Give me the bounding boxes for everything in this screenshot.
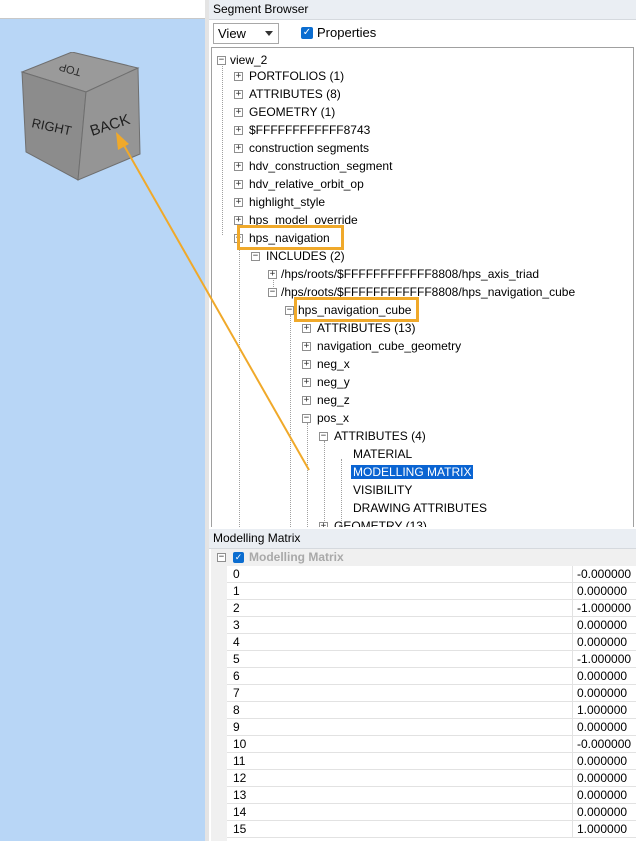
matrix-row-key: 8 bbox=[233, 703, 240, 717]
expand-icon[interactable]: + bbox=[234, 90, 243, 99]
properties-label: Properties bbox=[317, 25, 377, 40]
expand-icon[interactable]: + bbox=[302, 342, 311, 351]
viewport-top-bar bbox=[0, 0, 205, 19]
matrix-row[interactable]: 0 -0.000000 bbox=[227, 566, 636, 583]
matrix-row-value[interactable]: 0.000000 bbox=[572, 719, 636, 735]
collapse-icon[interactable]: − bbox=[285, 306, 294, 315]
matrix-row[interactable]: 9 0.000000 bbox=[227, 719, 636, 736]
matrix-row-value[interactable]: 0.000000 bbox=[572, 685, 636, 701]
matrix-row[interactable]: 14 0.000000 bbox=[227, 804, 636, 821]
expand-icon[interactable]: + bbox=[234, 180, 243, 189]
matrix-row-value[interactable]: -0.000000 bbox=[572, 566, 636, 582]
navigation-cube[interactable]: TOP RIGHT BACK bbox=[18, 52, 158, 182]
matrix-row-value[interactable]: 1.000000 bbox=[572, 702, 636, 718]
matrix-row-value[interactable]: 0.000000 bbox=[572, 787, 636, 803]
matrix-row-value[interactable]: -0.000000 bbox=[572, 736, 636, 752]
matrix-row-key: 3 bbox=[233, 618, 240, 632]
matrix-row[interactable]: 5 -1.000000 bbox=[227, 651, 636, 668]
tree-node-material[interactable]: MATERIAL bbox=[353, 445, 412, 463]
matrix-row-key: 5 bbox=[233, 652, 240, 666]
segment-browser-toolbar: View ✓ Properties bbox=[209, 21, 636, 47]
property-grid-gutter bbox=[211, 566, 227, 841]
matrix-row-key: 2 bbox=[233, 601, 240, 615]
matrix-row-value[interactable]: 0.000000 bbox=[572, 770, 636, 786]
matrix-row[interactable]: 6 0.000000 bbox=[227, 668, 636, 685]
modelling-matrix-panel: Modelling Matrix − ✓ Modelling Matrix 0 -… bbox=[209, 527, 636, 841]
property-grid[interactable]: − ✓ Modelling Matrix 0 -0.000000 1 0.000000… bbox=[211, 549, 636, 841]
matrix-row[interactable]: 2 -1.000000 bbox=[227, 600, 636, 617]
matrix-row-value[interactable]: 0.000000 bbox=[572, 804, 636, 820]
matrix-row-value[interactable]: 0.000000 bbox=[572, 583, 636, 599]
matrix-row-key: 15 bbox=[233, 822, 247, 836]
matrix-row-key: 1 bbox=[233, 584, 240, 598]
segment-browser-panel: Segment Browser View ✓ Properties − view… bbox=[209, 0, 636, 527]
highlight-hps-navigation-cube bbox=[294, 297, 419, 322]
matrix-row-key: 10 bbox=[233, 737, 247, 751]
chevron-down-icon bbox=[265, 31, 273, 36]
expand-icon[interactable]: + bbox=[234, 108, 243, 117]
matrix-row[interactable]: 3 0.000000 bbox=[227, 617, 636, 634]
collapse-icon[interactable]: − bbox=[268, 288, 277, 297]
matrix-row[interactable]: 8 1.000000 bbox=[227, 702, 636, 719]
matrix-row-key: 11 bbox=[233, 754, 246, 768]
matrix-row[interactable]: 10 -0.000000 bbox=[227, 736, 636, 753]
tree-node-drawing-attributes[interactable]: DRAWING ATTRIBUTES bbox=[353, 499, 487, 517]
matrix-row[interactable]: 15 1.000000 bbox=[227, 821, 636, 838]
matrix-row[interactable]: 7 0.000000 bbox=[227, 685, 636, 702]
expand-icon[interactable]: + bbox=[234, 198, 243, 207]
modelling-matrix-title: Modelling Matrix bbox=[209, 529, 636, 549]
tree-node-modelling-matrix[interactable]: MODELLING MATRIX bbox=[351, 463, 474, 481]
expand-icon[interactable]: + bbox=[302, 360, 311, 369]
matrix-row-value[interactable]: -1.000000 bbox=[572, 600, 636, 616]
expand-icon[interactable]: + bbox=[234, 216, 243, 225]
collapse-icon[interactable]: − bbox=[251, 252, 260, 261]
matrix-row-value[interactable]: 0.000000 bbox=[572, 617, 636, 633]
matrix-row[interactable]: 13 0.000000 bbox=[227, 787, 636, 804]
matrix-row-key: 7 bbox=[233, 686, 240, 700]
matrix-row[interactable]: 11 0.000000 bbox=[227, 753, 636, 770]
expand-icon[interactable]: + bbox=[302, 324, 311, 333]
property-grid-header: − ✓ Modelling Matrix bbox=[211, 549, 636, 566]
matrix-row[interactable]: 12 0.000000 bbox=[227, 770, 636, 787]
matrix-row-value[interactable]: 0.000000 bbox=[572, 753, 636, 769]
expand-icon[interactable]: + bbox=[234, 126, 243, 135]
collapse-icon[interactable]: − bbox=[319, 432, 328, 441]
expand-icon[interactable]: + bbox=[302, 378, 311, 387]
matrix-row-key: 13 bbox=[233, 788, 247, 802]
expand-icon[interactable]: + bbox=[234, 72, 243, 81]
matrix-row[interactable]: 4 0.000000 bbox=[227, 634, 636, 651]
modelling-matrix-checkbox[interactable]: ✓ bbox=[233, 552, 244, 563]
segment-tree[interactable]: − view_2 + PORTFOLIOS (1) + ATTRIBUTES (… bbox=[211, 47, 634, 527]
expand-icon[interactable]: + bbox=[234, 162, 243, 171]
collapse-icon[interactable]: − bbox=[217, 56, 226, 65]
matrix-row-key: 6 bbox=[233, 669, 240, 683]
matrix-row-value[interactable]: 0.000000 bbox=[572, 668, 636, 684]
collapse-icon[interactable]: − bbox=[302, 414, 311, 423]
matrix-row[interactable]: 1 0.000000 bbox=[227, 583, 636, 600]
segment-browser-title: Segment Browser bbox=[209, 0, 636, 20]
view-dropdown[interactable]: View bbox=[213, 23, 279, 44]
tree-node-visibility[interactable]: VISIBILITY bbox=[353, 481, 412, 499]
matrix-row-key: 0 bbox=[233, 567, 240, 581]
expand-icon[interactable]: + bbox=[268, 270, 277, 279]
view-dropdown-value: View bbox=[218, 26, 246, 41]
properties-checkbox[interactable]: ✓ bbox=[301, 27, 313, 39]
matrix-row-key: 14 bbox=[233, 805, 247, 819]
matrix-row-key: 9 bbox=[233, 720, 240, 734]
matrix-row-key: 4 bbox=[233, 635, 240, 649]
expand-icon[interactable]: + bbox=[234, 144, 243, 153]
matrix-row-value[interactable]: -1.000000 bbox=[572, 651, 636, 667]
matrix-row-value[interactable]: 1.000000 bbox=[572, 821, 636, 837]
matrix-row-value[interactable]: 0.000000 bbox=[572, 634, 636, 650]
expand-icon[interactable]: + bbox=[302, 396, 311, 405]
collapse-icon[interactable]: − bbox=[217, 553, 226, 562]
highlight-hps-navigation bbox=[237, 225, 344, 250]
matrix-row-key: 12 bbox=[233, 771, 247, 785]
